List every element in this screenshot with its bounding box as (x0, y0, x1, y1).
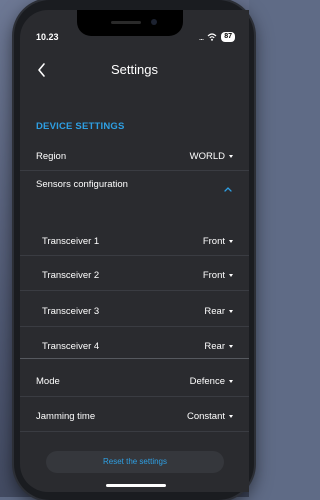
divider (20, 290, 249, 291)
transceiver-label: Transceiver 1 (42, 236, 100, 247)
chevron-up-icon[interactable] (223, 185, 233, 193)
chevron-down-icon (229, 415, 233, 418)
camera (151, 19, 157, 25)
mode-select[interactable]: Defence (190, 376, 233, 387)
wifi-icon (207, 33, 217, 41)
mode-label: Mode (36, 376, 60, 387)
chevron-down-icon (229, 240, 233, 243)
section-title: DEVICE SETTINGS (36, 121, 125, 132)
divider (20, 396, 249, 397)
transceiver-label: Transceiver 2 (42, 270, 100, 281)
transceiver-value: Front (202, 270, 225, 281)
divider (20, 170, 249, 171)
region-select[interactable]: WORLD (190, 151, 233, 162)
chevron-down-icon (229, 380, 233, 383)
status-time: 10.23 (36, 32, 59, 42)
transceiver-select[interactable]: Rear (204, 341, 233, 352)
chevron-down-icon (229, 310, 233, 313)
transceiver-value: Front (202, 236, 225, 247)
region-value: WORLD (189, 151, 225, 162)
transceiver-value: Rear (204, 306, 225, 317)
transceiver-label: Transceiver 4 (42, 341, 100, 352)
divider (20, 326, 249, 327)
divider (20, 255, 249, 256)
page-title: Settings (111, 62, 158, 77)
transceiver-value: Rear (204, 341, 225, 352)
transceiver-select[interactable]: Front (203, 270, 233, 281)
home-indicator (106, 484, 166, 487)
speaker (111, 21, 141, 24)
sensors-label: Sensors configuration (36, 179, 128, 190)
jamming-select[interactable]: Constant (187, 411, 233, 422)
jamming-value: Constant (186, 411, 225, 422)
jamming-label: Jamming time (36, 411, 96, 422)
divider (20, 358, 249, 359)
divider (20, 431, 249, 432)
nav-bar: Settings (20, 60, 249, 84)
reset-button[interactable]: Reset the settings (46, 451, 224, 473)
status-bar: 10.23 ... 87 (20, 32, 249, 48)
transceiver-select[interactable]: Rear (204, 306, 233, 317)
chevron-down-icon (229, 155, 233, 158)
mode-value: Defence (189, 376, 225, 387)
status-icons: ... 87 (199, 32, 235, 42)
chevron-down-icon (229, 345, 233, 348)
chevron-down-icon (229, 274, 233, 277)
region-label: Region (36, 151, 67, 162)
screen: 10.23 ... 87 Settings DEVICE SETTINGS Re… (20, 10, 249, 492)
transceiver-label: Transceiver 3 (42, 306, 100, 317)
transceiver-select[interactable]: Front (203, 236, 233, 247)
signal-icon: ... (198, 32, 204, 42)
battery-icon: 87 (221, 32, 235, 42)
